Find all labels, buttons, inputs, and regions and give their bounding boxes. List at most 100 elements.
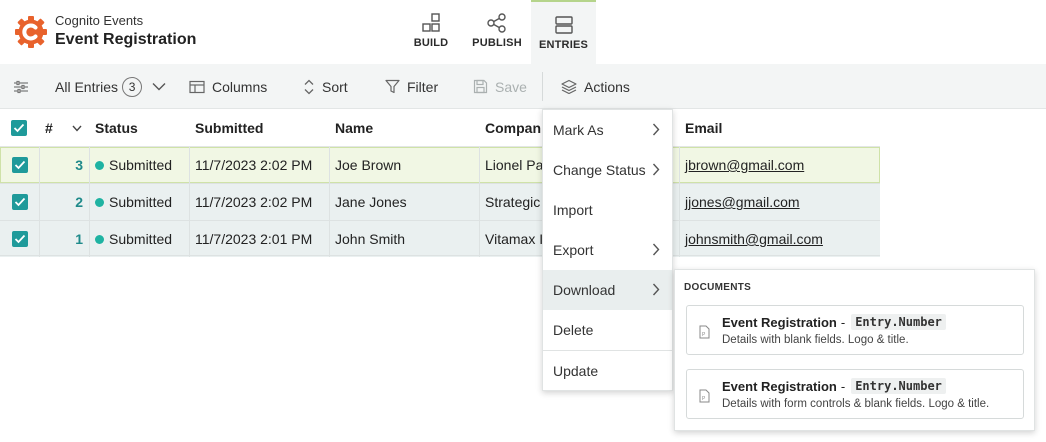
filter-button[interactable]: Filter bbox=[385, 64, 438, 109]
document-name: Event Registration bbox=[722, 378, 837, 394]
columns-button[interactable]: Columns bbox=[189, 64, 267, 109]
chevron-down-icon bbox=[152, 83, 166, 91]
documents-submenu: DOCUMENTS P Event Registration - Entry.N… bbox=[674, 269, 1035, 431]
menu-item-update[interactable]: Update bbox=[543, 351, 672, 391]
column-header-number[interactable]: # bbox=[45, 109, 53, 147]
submitted-cell: 11/7/2023 2:02 PM bbox=[190, 147, 330, 183]
sort-icon bbox=[304, 79, 314, 94]
menu-item-change-status[interactable]: Change Status bbox=[543, 150, 672, 190]
filter-sliders-button[interactable] bbox=[13, 64, 36, 109]
column-header-status[interactable]: Status bbox=[95, 109, 138, 147]
grid-icon bbox=[422, 13, 440, 32]
status-cell: Submitted bbox=[90, 221, 190, 257]
email-link[interactable]: johnsmith@gmail.com bbox=[685, 231, 823, 247]
document-title: Event Registration - Entry.Number bbox=[722, 314, 946, 330]
menu-item-label: Delete bbox=[553, 322, 594, 338]
app-header: Cognito Events Event Registration BUILD … bbox=[0, 0, 1046, 64]
document-icon: P bbox=[699, 389, 710, 403]
chevron-right-icon bbox=[652, 243, 660, 256]
sort-label: Sort bbox=[322, 78, 348, 95]
entry-number[interactable]: 2 bbox=[40, 184, 90, 220]
email-link[interactable]: jjones@gmail.com bbox=[685, 194, 800, 210]
menu-item-download[interactable]: Download bbox=[543, 270, 672, 310]
menu-item-label: Download bbox=[553, 282, 616, 298]
document-title: Event Registration - Entry.Number bbox=[722, 378, 946, 394]
table-row[interactable]: 1 Submitted 11/7/2023 2:01 PM John Smith… bbox=[0, 221, 880, 257]
actions-menu: Mark As Change Status Import Export Down… bbox=[542, 109, 673, 391]
table-row[interactable]: 3 Submitted 11/7/2023 2:02 PM Joe Brown … bbox=[0, 147, 880, 183]
chevron-right-icon bbox=[652, 123, 660, 136]
entry-number-token: Entry.Number bbox=[851, 314, 946, 330]
status-cell: Submitted bbox=[90, 147, 190, 183]
checkmark-icon bbox=[14, 234, 25, 244]
submitted-cell: 11/7/2023 2:01 PM bbox=[190, 221, 330, 257]
row-divider bbox=[0, 255, 880, 256]
view-selector[interactable]: All Entries 3 bbox=[55, 64, 166, 109]
columns-label: Columns bbox=[212, 78, 268, 95]
menu-item-mark-as[interactable]: Mark As bbox=[543, 110, 672, 150]
row-checkbox[interactable] bbox=[0, 147, 40, 183]
entries-toolbar: All Entries 3 Columns Sort Filter Save A… bbox=[0, 64, 1046, 109]
document-name: Event Registration bbox=[722, 314, 837, 330]
column-header-submitted[interactable]: Submitted bbox=[195, 109, 263, 147]
column-header-name[interactable]: Name bbox=[335, 109, 373, 147]
sort-direction-toggle[interactable] bbox=[72, 109, 82, 147]
tab-publish[interactable]: PUBLISH bbox=[466, 0, 528, 64]
name-cell: Joe Brown bbox=[330, 147, 480, 183]
menu-item-export[interactable]: Export bbox=[543, 230, 672, 270]
email-cell: jbrown@gmail.com bbox=[680, 147, 880, 183]
tab-build[interactable]: BUILD bbox=[404, 0, 458, 64]
checkmark-icon bbox=[13, 123, 25, 133]
status-text: Submitted bbox=[109, 157, 173, 173]
document-option[interactable]: P Event Registration - Entry.Number Deta… bbox=[686, 369, 1024, 419]
chevron-right-icon bbox=[652, 283, 660, 296]
funnel-icon bbox=[385, 79, 400, 94]
save-button[interactable]: Save bbox=[473, 64, 527, 109]
chevron-right-icon bbox=[652, 163, 660, 176]
menu-item-label: Update bbox=[553, 363, 599, 379]
entry-number[interactable]: 3 bbox=[40, 147, 90, 183]
status-text: Submitted bbox=[109, 231, 173, 247]
entry-number-token: Entry.Number bbox=[851, 378, 946, 394]
table-header: # Status Submitted Name Compan Email bbox=[0, 109, 880, 147]
documents-heading: DOCUMENTS bbox=[684, 282, 752, 293]
cognito-logo-icon[interactable] bbox=[14, 15, 48, 49]
document-description: Details with blank fields. Logo & title. bbox=[722, 334, 909, 346]
status-dot-icon bbox=[95, 160, 104, 170]
status-text: Submitted bbox=[109, 194, 173, 210]
column-header-company[interactable]: Compan bbox=[485, 109, 541, 147]
email-link[interactable]: jbrown@gmail.com bbox=[685, 157, 804, 173]
form-title: Event Registration bbox=[55, 31, 197, 48]
entries-icon bbox=[554, 16, 573, 34]
row-checkbox[interactable] bbox=[0, 184, 40, 220]
document-icon: P bbox=[699, 325, 710, 339]
actions-button[interactable]: Actions bbox=[561, 64, 630, 109]
column-header-email[interactable]: Email bbox=[685, 109, 722, 147]
tab-entries[interactable]: ENTRIES bbox=[531, 0, 596, 64]
share-icon bbox=[487, 13, 506, 33]
status-dot-icon bbox=[95, 234, 104, 244]
columns-icon bbox=[189, 80, 205, 93]
menu-item-label: Import bbox=[553, 202, 593, 218]
menu-item-delete[interactable]: Delete bbox=[543, 310, 672, 350]
svg-text:P: P bbox=[702, 332, 706, 338]
table-row[interactable]: 2 Submitted 11/7/2023 2:02 PM Jane Jones… bbox=[0, 184, 880, 220]
document-option[interactable]: P Event Registration - Entry.Number Deta… bbox=[686, 305, 1024, 355]
name-cell: John Smith bbox=[330, 221, 480, 257]
view-label: All Entries bbox=[55, 78, 119, 95]
name-cell: Jane Jones bbox=[330, 184, 480, 220]
select-all-checkbox[interactable] bbox=[11, 109, 27, 147]
toolbar-divider bbox=[542, 72, 543, 101]
sort-button[interactable]: Sort bbox=[303, 64, 348, 109]
app-name: Cognito Events bbox=[55, 13, 144, 28]
submitted-cell: 11/7/2023 2:02 PM bbox=[190, 184, 330, 220]
email-cell: johnsmith@gmail.com bbox=[680, 221, 880, 257]
entry-number[interactable]: 1 bbox=[40, 221, 90, 257]
menu-item-label: Change Status bbox=[553, 162, 646, 178]
menu-item-import[interactable]: Import bbox=[543, 190, 672, 230]
document-dash: - bbox=[840, 314, 846, 330]
tab-entries-label: ENTRIES bbox=[538, 39, 589, 51]
row-checkbox[interactable] bbox=[0, 221, 40, 257]
actions-label: Actions bbox=[584, 78, 630, 95]
checkmark-icon bbox=[14, 197, 25, 207]
